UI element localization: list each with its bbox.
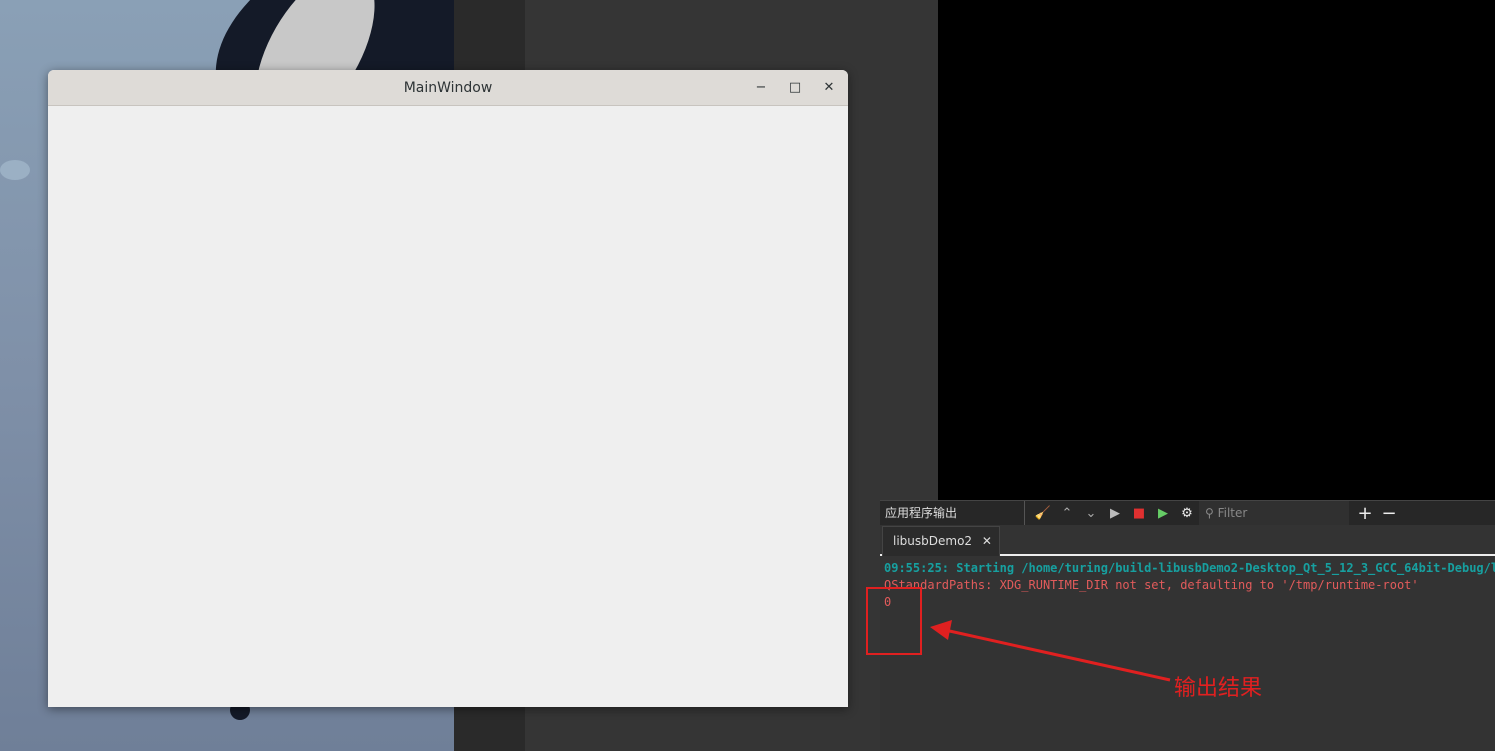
annotation-arrow: [930, 620, 1171, 682]
annotation-label: 输出结果: [1174, 676, 1263, 701]
